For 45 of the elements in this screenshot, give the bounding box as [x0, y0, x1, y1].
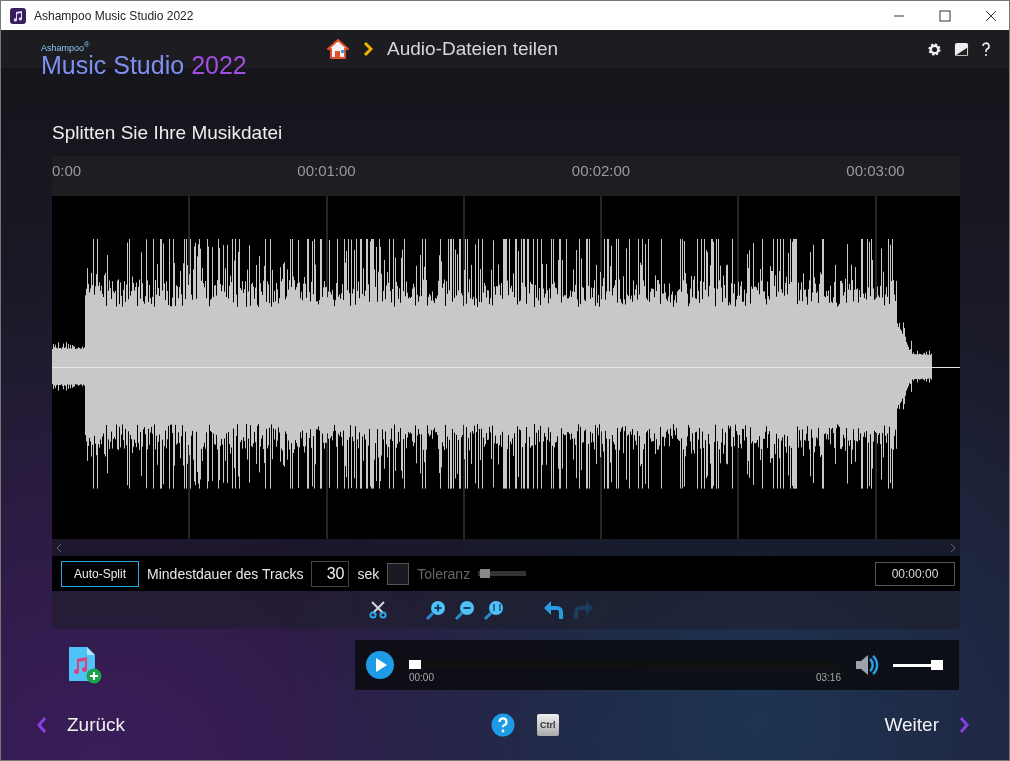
unit-label: sek — [357, 565, 380, 582]
start-time: 00:00 — [408, 671, 434, 683]
zoom-out-icon[interactable] — [453, 599, 476, 621]
slider-thumb[interactable] — [408, 659, 421, 669]
brand-year: 2022 — [191, 52, 247, 78]
time-tick-label: 00:02:00 — [571, 162, 631, 179]
tolerance-label: Toleranz — [417, 565, 471, 582]
undo-icon[interactable] — [542, 600, 565, 620]
scissors-icon[interactable] — [368, 601, 387, 619]
settings-icon[interactable] — [927, 41, 942, 57]
zoom-in-icon[interactable] — [424, 599, 447, 621]
time-field[interactable]: 00:00:00 — [875, 561, 955, 586]
add-music-file-icon[interactable] — [67, 645, 103, 685]
brand-name: Music Studio — [41, 52, 185, 78]
next-button[interactable]: Weiter — [884, 714, 939, 736]
time-tick-label: 0:00 — [52, 162, 82, 179]
page-title: Audio-Dateien teilen — [387, 38, 559, 60]
time-tick-label: 00:03:00 — [846, 162, 905, 179]
help-icon[interactable] — [491, 713, 515, 737]
brand-caption: Ashampoo$^{®}$ — [41, 40, 91, 53]
play-icon[interactable] — [364, 650, 395, 680]
help-icon[interactable] — [981, 41, 991, 57]
scroll-left-icon[interactable] — [56, 543, 62, 552]
back-button[interactable]: Zurück — [67, 714, 126, 736]
slider-thumb[interactable] — [931, 660, 943, 670]
skin-icon[interactable] — [954, 41, 969, 57]
speaker-icon[interactable] — [855, 654, 879, 676]
app-icon — [10, 7, 26, 24]
tolerance-slider[interactable] — [478, 571, 527, 576]
scroll-right-icon[interactable] — [950, 543, 956, 552]
auto-split-button[interactable]: Auto-Split — [61, 560, 140, 587]
section-heading: Splitten Sie Ihre Musikdatei — [52, 122, 284, 145]
close-icon[interactable] — [985, 9, 997, 22]
time-tick-label: 00:01:00 — [297, 162, 356, 179]
chevron-icon — [363, 42, 373, 56]
maximize-icon[interactable] — [939, 9, 951, 22]
horizontal-scrollbar[interactable] — [52, 539, 960, 556]
window-title: Ashampoo Music Studio 2022 — [34, 8, 194, 23]
end-time: 03:16 — [815, 671, 841, 683]
min-duration-field[interactable]: 30 — [311, 560, 350, 587]
min-duration-label: Mindestdauer des Tracks — [147, 565, 304, 582]
home-icon[interactable] — [327, 39, 349, 59]
position-slider[interactable] — [408, 661, 841, 668]
keyboard-shortcut-key[interactable]: Ctrl — [537, 714, 559, 736]
zoom-reset-icon[interactable] — [482, 599, 505, 621]
